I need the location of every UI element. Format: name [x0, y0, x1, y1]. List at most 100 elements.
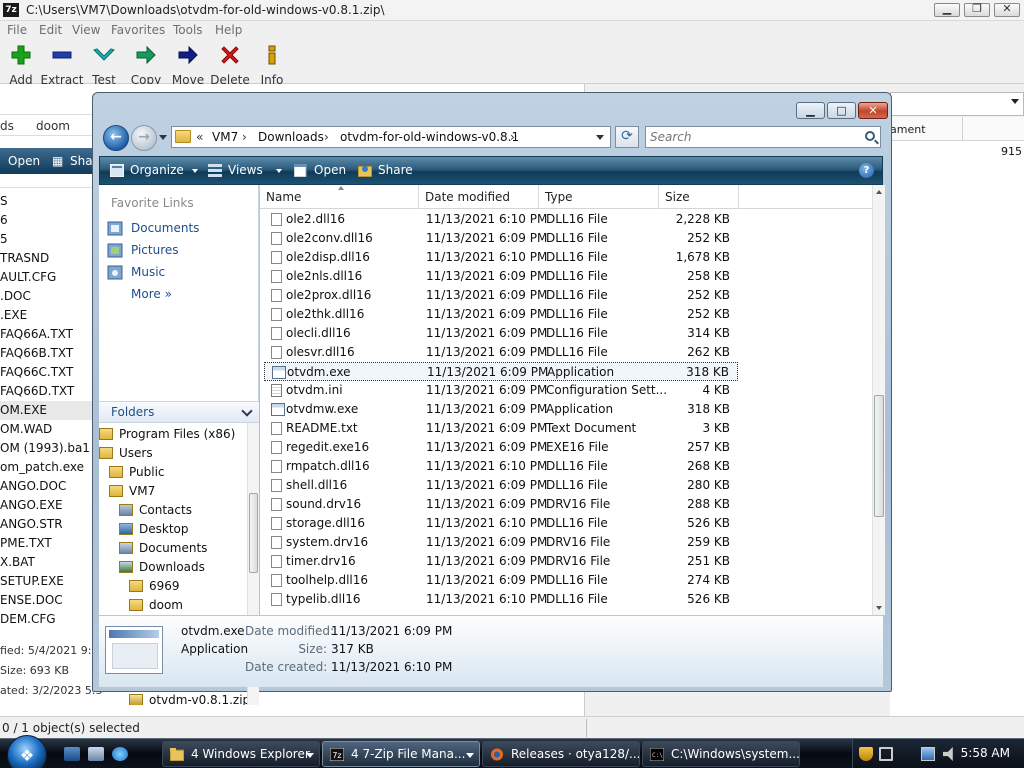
file-row[interactable]: ole2prox.dll16 11/13/2021 6:09 PM DLL16 Fi… [264, 286, 738, 305]
menu-file[interactable]: File [7, 23, 27, 37]
share-command[interactable]: Sha [70, 154, 93, 168]
list-item[interactable]: DEM.CFG [0, 610, 92, 629]
back-button[interactable]: ← [103, 125, 129, 151]
list-item[interactable]: FAQ66A.TXT [0, 325, 92, 344]
file-row[interactable]: README.txt 11/13/2021 6:09 PM Text Documen… [264, 419, 738, 438]
file-row[interactable]: shell.dll16 11/13/2021 6:09 PM DLL16 File 2… [264, 476, 738, 495]
file-row[interactable]: otvdm.exe 11/13/2021 6:09 PM Application 31… [264, 362, 738, 381]
scroll-up-icon[interactable] [876, 190, 882, 194]
column-size[interactable]: Size [659, 185, 739, 209]
tree-item[interactable]: Program Files (x86) [99, 425, 247, 444]
file-row[interactable]: ole2thk.dll16 11/13/2021 6:09 PM DLL16 Fil… [264, 305, 738, 324]
list-item[interactable]: OM.WAD [0, 420, 92, 439]
file-row[interactable]: ole2conv.dll16 11/13/2021 6:09 PM DLL16 Fi… [264, 229, 738, 248]
file-row[interactable]: ole2nls.dll16 11/13/2021 6:09 PM DLL16 Fil… [264, 267, 738, 286]
tree-item[interactable]: Public [109, 463, 247, 482]
breadcrumb-current-folder[interactable]: otvdm-for-old-windows-v0.8.1 [340, 130, 519, 144]
file-row[interactable]: rmpatch.dll16 11/13/2021 6:10 PM DLL16 Fil… [264, 457, 738, 476]
organize-button[interactable]: Organize [106, 157, 206, 184]
taskbar-button-firefox[interactable]: Releases · otya128/... [482, 741, 640, 767]
column-type[interactable]: Type [539, 185, 659, 209]
7zip-address-bar[interactable]: ds doom [0, 114, 92, 136]
7zip-minimize-button[interactable]: ▁ [934, 2, 960, 17]
tree-item[interactable]: Desktop [119, 520, 247, 539]
chevron-down-icon[interactable] [596, 135, 604, 140]
file-row[interactable]: ole2.dll16 11/13/2021 6:10 PM DLL16 File 2,… [264, 210, 738, 229]
file-row[interactable]: olecli.dll16 11/13/2021 6:09 PM DLL16 File… [264, 324, 738, 343]
tree-item[interactable]: otvdm-v0.8.1.zip [129, 691, 247, 705]
minimize-button[interactable]: ▁ [796, 102, 825, 119]
help-icon[interactable]: ? [859, 163, 874, 178]
file-row[interactable]: regedit.exe16 11/13/2021 6:09 PM EXE16 Fil… [264, 438, 738, 457]
file-row[interactable]: otvdm.ini 11/13/2021 6:09 PM Configuration… [264, 381, 738, 400]
comment-column-header[interactable]: ament [890, 123, 926, 136]
menu-tools[interactable]: Tools [173, 23, 203, 37]
tree-item[interactable]: doom [129, 596, 247, 615]
file-row[interactable]: system.drv16 11/13/2021 6:09 PM DRV16 File… [264, 533, 738, 552]
scrollbar-thumb[interactable] [249, 493, 258, 573]
menu-view[interactable]: View [72, 23, 100, 37]
list-item[interactable]: ANGO.STR [0, 515, 92, 534]
file-row[interactable]: timer.drv16 11/13/2021 6:09 PM DRV16 File 2… [264, 552, 738, 571]
7zip-maximize-button[interactable]: ❐ [964, 2, 990, 17]
tree-item[interactable]: Contacts [119, 501, 247, 520]
menu-help[interactable]: Help [215, 23, 242, 37]
column-name[interactable]: Name [260, 185, 419, 209]
tree-item[interactable]: Downloads [119, 558, 247, 577]
file-row[interactable]: storage.dll16 11/13/2021 6:10 PM DLL16 Fil… [264, 514, 738, 533]
tree-item[interactable]: Users [99, 444, 247, 463]
breadcrumb-downloads[interactable]: Downloads [258, 130, 324, 144]
list-item[interactable]: S [0, 192, 92, 211]
network-icon[interactable] [921, 747, 935, 761]
search-input[interactable] [650, 129, 855, 145]
search-icon[interactable] [865, 131, 875, 141]
tree-item[interactable]: 6969 [129, 577, 247, 596]
list-item[interactable]: OM.EXE [0, 401, 92, 420]
file-row[interactable]: toolhelp.dll16 11/13/2021 6:09 PM DLL16 Fi… [264, 571, 738, 590]
recent-pages-dropdown[interactable] [159, 135, 167, 140]
file-row[interactable]: olesvr.dll16 11/13/2021 6:09 PM DLL16 File… [264, 343, 738, 362]
file-row[interactable]: ole2disp.dll16 11/13/2021 6:10 PM DLL16 Fi… [264, 248, 738, 267]
list-item[interactable]: .EXE [0, 306, 92, 325]
views-button[interactable]: Views [206, 157, 292, 184]
favorite-link-music[interactable]: Music [107, 263, 257, 283]
breadcrumb-separator-icon[interactable]: › [324, 130, 329, 144]
close-button[interactable]: ✕ [858, 102, 888, 119]
open-command[interactable]: Open [8, 154, 40, 168]
list-item[interactable]: om_patch.exe [0, 458, 92, 477]
list-item[interactable]: 5 [0, 230, 92, 249]
safely-remove-hardware-icon[interactable] [879, 747, 893, 761]
taskbar-button-7zip[interactable]: 7z 4 7-Zip File Mana... [322, 741, 480, 767]
breadcrumb-overflow-icon[interactable]: « [196, 130, 203, 144]
tree-item[interactable]: VM7 [109, 482, 247, 501]
internet-explorer-icon[interactable] [112, 747, 128, 761]
show-desktop-icon[interactable] [64, 747, 80, 761]
list-item[interactable]: X.BAT [0, 553, 92, 572]
info-button[interactable]: Info [247, 44, 297, 87]
taskbar-button-cmd[interactable]: C:\ C:\Windows\system... [642, 741, 800, 767]
list-item[interactable]: 6 [0, 211, 92, 230]
breadcrumb-separator-icon[interactable]: › [242, 130, 247, 144]
file-row[interactable]: otvdmw.exe 11/13/2021 6:09 PM Application 3… [264, 400, 738, 419]
list-item[interactable]: OM (1993).ba1 [0, 439, 92, 458]
list-item[interactable]: FAQ66B.TXT [0, 344, 92, 363]
folders-header[interactable]: Folders [99, 401, 259, 423]
scroll-down-icon[interactable] [876, 606, 882, 610]
7zip-path-combo[interactable] [890, 92, 1024, 116]
more-links[interactable]: More » [107, 285, 257, 305]
file-list-scrollbar[interactable] [872, 185, 885, 615]
list-item[interactable]: FAQ66D.TXT [0, 382, 92, 401]
security-shield-icon[interactable] [859, 747, 873, 761]
forward-button[interactable]: → [131, 125, 157, 151]
breadcrumb-separator-icon[interactable]: › [510, 130, 515, 144]
breadcrumb-vm7[interactable]: VM7 [212, 130, 238, 144]
switch-windows-icon[interactable] [88, 747, 104, 761]
list-item[interactable]: FAQ66C.TXT [0, 363, 92, 382]
clock[interactable]: 5:58 AM [961, 746, 1010, 760]
file-row[interactable]: sound.drv16 11/13/2021 6:09 PM DRV16 File 2… [264, 495, 738, 514]
address-bar[interactable]: « VM7 › Downloads › otvdm-for-old-window… [171, 126, 611, 148]
scrollbar-thumb[interactable] [874, 395, 884, 517]
menu-favorites[interactable]: Favorites [111, 23, 165, 37]
refresh-button[interactable]: ⟳ [615, 126, 639, 148]
file-row[interactable]: typelib.dll16 11/13/2021 6:10 PM DLL16 Fil… [264, 590, 738, 609]
